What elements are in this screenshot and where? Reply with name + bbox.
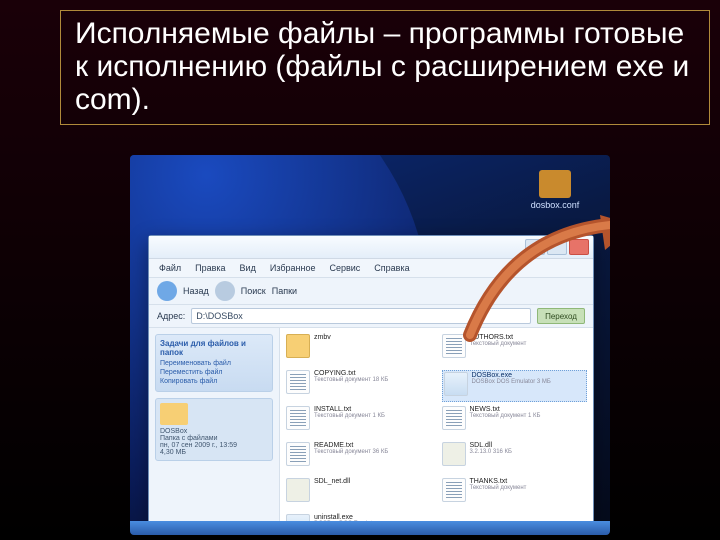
details-date: пн, 07 сен 2009 г., 13:59 <box>160 442 268 449</box>
file-text: zmbv <box>314 334 331 341</box>
file-text: SDL_net.dll <box>314 478 350 485</box>
file-name: AUTHORS.txt <box>470 334 527 341</box>
file-desc: Текстовый документ <box>470 485 527 491</box>
back-label: Назад <box>183 286 209 296</box>
go-label: Переход <box>545 312 577 321</box>
folders-label[interactable]: Папки <box>272 286 297 296</box>
window-body: Задачи для файлов и папок Переименовать … <box>149 328 593 530</box>
file-name: README.txt <box>314 442 388 449</box>
explorer-window: Файл Правка Вид Избранное Сервис Справка… <box>148 235 594 527</box>
dll-icon <box>286 478 310 502</box>
file-item[interactable]: SDL_net.dll <box>286 478 432 510</box>
txt-icon <box>442 334 466 358</box>
taskbar[interactable] <box>130 521 610 535</box>
task-move[interactable]: Переместить файл <box>160 369 268 376</box>
address-label: Адрес: <box>157 311 185 321</box>
maximize-button[interactable] <box>547 239 567 255</box>
txt-icon <box>442 478 466 502</box>
menu-view[interactable]: Вид <box>240 263 256 273</box>
file-desc: 3.2.13.0 316 КБ <box>470 449 512 455</box>
file-desc: Текстовый документ 1 КБ <box>314 413 385 419</box>
task-rename[interactable]: Переименовать файл <box>160 360 268 367</box>
file-item[interactable]: INSTALL.txtТекстовый документ 1 КБ <box>286 406 432 438</box>
file-name: COPYING.txt <box>314 370 388 377</box>
file-item[interactable]: zmbv <box>286 334 432 366</box>
file-text: NEWS.txtТекстовый документ 1 КБ <box>470 406 541 419</box>
file-item[interactable]: THANKS.txtТекстовый документ <box>442 478 588 510</box>
file-item[interactable]: AUTHORS.txtТекстовый документ <box>442 334 588 366</box>
file-name: DOSBox.exe <box>472 372 551 379</box>
txt-icon <box>286 442 310 466</box>
menu-bar: Файл Правка Вид Избранное Сервис Справка <box>149 259 593 278</box>
txt-icon <box>286 370 310 394</box>
tasks-header: Задачи для файлов и папок <box>160 339 268 357</box>
file-tasks-box: Задачи для файлов и папок Переименовать … <box>155 334 273 392</box>
slide-title: Исполняемые файлы – программы готовые к … <box>75 17 695 116</box>
file-text: THANKS.txtТекстовый документ <box>470 478 527 491</box>
file-name: zmbv <box>314 334 331 341</box>
toolbar: Назад Поиск Папки <box>149 278 593 305</box>
folder-icon <box>160 403 188 425</box>
forward-button[interactable] <box>215 281 235 301</box>
file-item[interactable]: README.txtТекстовый документ 36 КБ <box>286 442 432 474</box>
details-box: DOSBox Папка с файлами пн, 07 сен 2009 г… <box>155 398 273 461</box>
search-label[interactable]: Поиск <box>241 286 266 296</box>
file-item[interactable]: SDL.dll3.2.13.0 316 КБ <box>442 442 588 474</box>
screenshot-region: dosbox.conf Файл Правка Вид Избранное Се… <box>130 155 610 535</box>
desktop-shortcut[interactable]: dosbox.conf <box>530 170 580 210</box>
folder-icon <box>286 334 310 358</box>
menu-help[interactable]: Справка <box>374 263 409 273</box>
file-item[interactable]: NEWS.txtТекстовый документ 1 КБ <box>442 406 588 438</box>
file-desc: DOSBox DOS Emulator 3 МБ <box>472 379 551 385</box>
back-button[interactable] <box>157 281 177 301</box>
slide: Исполняемые файлы – программы готовые к … <box>0 0 720 540</box>
exe-icon <box>444 372 468 396</box>
close-button[interactable] <box>569 239 589 255</box>
file-desc: Текстовый документ <box>470 341 527 347</box>
file-name: SDL_net.dll <box>314 478 350 485</box>
menu-edit[interactable]: Правка <box>195 263 225 273</box>
file-desc: Текстовый документ 1 КБ <box>470 413 541 419</box>
file-text: DOSBox.exeDOSBox DOS Emulator 3 МБ <box>472 372 551 385</box>
file-text: AUTHORS.txtТекстовый документ <box>470 334 527 347</box>
window-controls <box>525 239 589 255</box>
file-text: COPYING.txtТекстовый документ 18 КБ <box>314 370 388 383</box>
file-name: INSTALL.txt <box>314 406 385 413</box>
file-item[interactable]: DOSBox.exeDOSBox DOS Emulator 3 МБ <box>442 370 588 402</box>
file-name: NEWS.txt <box>470 406 541 413</box>
details-size: 4,30 МБ <box>160 449 268 456</box>
minimize-button[interactable] <box>525 239 545 255</box>
txt-icon <box>442 406 466 430</box>
desktop-shortcut-label: dosbox.conf <box>530 200 580 210</box>
address-bar: Адрес: D:\DOSBox Переход <box>149 305 593 328</box>
file-desc: Текстовый документ 18 КБ <box>314 377 388 383</box>
file-item[interactable]: COPYING.txtТекстовый документ 18 КБ <box>286 370 432 402</box>
details-type: Папка с файлами <box>160 435 268 442</box>
file-name: THANKS.txt <box>470 478 527 485</box>
details-name: DOSBox <box>160 428 268 435</box>
file-text: SDL.dll3.2.13.0 316 КБ <box>470 442 512 455</box>
menu-file[interactable]: Файл <box>159 263 181 273</box>
address-path: D:\DOSBox <box>196 311 243 321</box>
task-copy[interactable]: Копировать файл <box>160 378 268 385</box>
file-icon <box>539 170 571 198</box>
file-desc: Текстовый документ 36 КБ <box>314 449 388 455</box>
dll-icon <box>442 442 466 466</box>
go-button[interactable]: Переход <box>537 308 585 324</box>
address-input[interactable]: D:\DOSBox <box>191 308 531 324</box>
tasks-pane: Задачи для файлов и папок Переименовать … <box>149 328 280 530</box>
file-text: INSTALL.txtТекстовый документ 1 КБ <box>314 406 385 419</box>
title-box: Исполняемые файлы – программы готовые к … <box>60 10 710 125</box>
window-titlebar[interactable] <box>149 236 593 259</box>
file-text: README.txtТекстовый документ 36 КБ <box>314 442 388 455</box>
file-name: uninstall.exe <box>314 514 378 521</box>
txt-icon <box>286 406 310 430</box>
file-name: SDL.dll <box>470 442 512 449</box>
menu-favorites[interactable]: Избранное <box>270 263 316 273</box>
file-list-pane[interactable]: zmbvAUTHORS.txtТекстовый документCOPYING… <box>280 328 593 530</box>
menu-tools[interactable]: Сервис <box>329 263 360 273</box>
